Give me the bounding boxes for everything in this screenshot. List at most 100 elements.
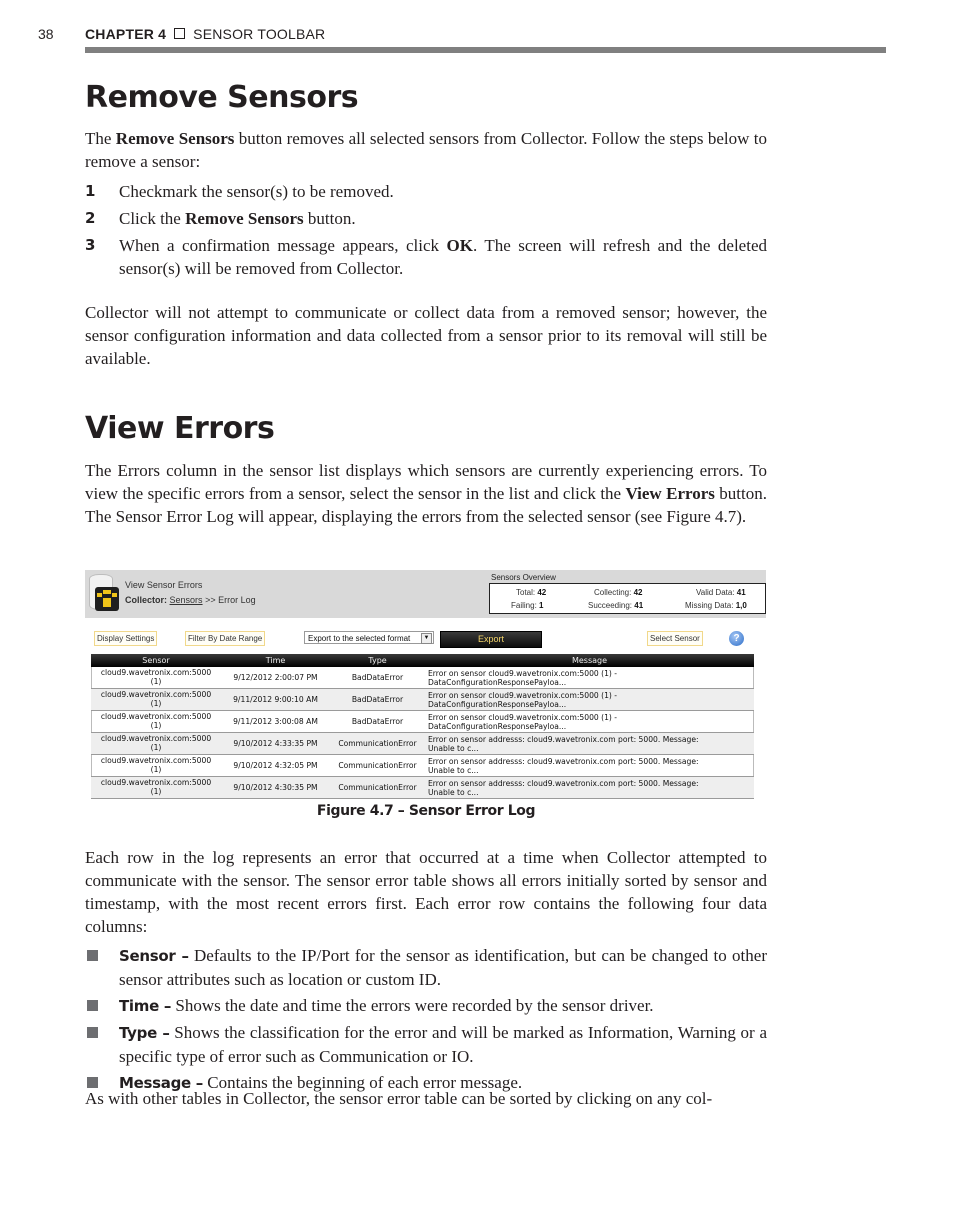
stat-value: 41 [634, 601, 644, 610]
remove-sensors-intro: The Remove Sensors button removes all se… [85, 127, 767, 173]
cell-type: CommunicationError [330, 754, 425, 777]
select-sensor-button[interactable]: Select Sensor [647, 631, 703, 646]
message-line: Error on sensor cloud9.wavetronix.com:50… [428, 690, 618, 700]
cell-type: CommunicationError [330, 732, 425, 755]
column-header-type[interactable]: Type [330, 654, 425, 667]
breadcrumb-root: Collector: [125, 595, 168, 605]
stat-succeeding: Succeeding: 41 [588, 601, 643, 610]
list-item: Time – Shows the date and time the error… [85, 994, 767, 1018]
sensor-address: cloud9.wavetronix.com:5000 [100, 778, 212, 787]
cell-time: 9/12/2012 2:00:07 PM [221, 667, 330, 689]
column-description-list: Sensor – Defaults to the IP/Port for the… [85, 944, 767, 1098]
sensor-address: cloud9.wavetronix.com:5000 [100, 734, 212, 743]
stat-total: Total: 42 [516, 588, 546, 597]
cell-sensor: cloud9.wavetronix.com:5000 (1) [91, 732, 221, 755]
emphasis: Remove Sensors [115, 129, 235, 148]
message-line: Error on sensor addresss: cloud9.wavetro… [428, 734, 699, 744]
stat-collecting: Collecting: 42 [594, 588, 643, 597]
cell-sensor: cloud9.wavetronix.com:5000 (1) [91, 776, 221, 799]
sensor-address: cloud9.wavetronix.com:5000 [100, 668, 212, 677]
cell-sensor: cloud9.wavetronix.com:5000 (1) [91, 754, 221, 777]
sensors-overview-panel: Sensors Overview Total: 42 Collecting: 4… [489, 572, 767, 616]
overview-stats: Total: 42 Collecting: 42 Valid Data: 41 … [489, 583, 766, 614]
cell-message: Error on sensor cloud9.wavetronix.com:50… [425, 688, 754, 711]
display-settings-button[interactable]: Display Settings [94, 631, 158, 646]
cell-type: BadDataError [330, 688, 425, 711]
overview-title: Sensors Overview [491, 573, 556, 582]
collector-app-icon [89, 574, 121, 612]
step-number: 2 [85, 209, 96, 227]
table-row[interactable]: cloud9.wavetronix.com:5000 (1) 9/10/2012 … [91, 732, 754, 755]
text: Click the [119, 209, 186, 228]
message-line: Error on sensor cloud9.wavetronix.com:50… [428, 668, 618, 678]
column-header-sensor[interactable]: Sensor [91, 654, 221, 667]
emphasis: Remove Sensors [185, 209, 304, 228]
cell-type: CommunicationError [330, 776, 425, 799]
help-icon[interactable]: ? [729, 631, 744, 646]
sensor-id: (1) [150, 677, 162, 686]
stat-label: Collecting: [594, 588, 632, 597]
sensor-address: cloud9.wavetronix.com:5000 [100, 712, 212, 721]
stat-value: 1 [539, 601, 544, 610]
breadcrumb: Collector: Sensors >> Error Log [125, 595, 256, 605]
cell-type: BadDataError [330, 710, 425, 733]
step-item: 1 Checkmark the sensor(s) to be removed. [85, 180, 767, 203]
stat-label: Succeeding: [588, 601, 633, 610]
cell-time: 9/11/2012 3:00:08 AM [221, 710, 330, 733]
message-line: Error on sensor addresss: cloud9.wavetro… [428, 778, 699, 788]
table-row[interactable]: cloud9.wavetronix.com:5000 (1) 9/10/2012 … [91, 754, 754, 777]
definition: Shows the classification for the error a… [119, 1023, 767, 1066]
breadcrumb-current: >> Error Log [205, 595, 256, 605]
closing-paragraph: As with other tables in Collector, the s… [85, 1089, 713, 1108]
message-line: Unable to c... [428, 787, 479, 797]
stat-valid-data: Valid Data: 41 [696, 588, 746, 597]
table-row[interactable]: cloud9.wavetronix.com:5000 (1) 9/10/2012 … [91, 776, 754, 799]
running-header: 38 CHAPTER 4 SENSOR TOOLBAR [0, 26, 954, 46]
text: Checkmark the sensor(s) to be removed. [119, 182, 394, 201]
window-header: View Sensor Errors Collector: Sensors >>… [85, 570, 766, 618]
stat-value: 42 [537, 588, 547, 597]
header-rule [85, 47, 886, 53]
table-header-row: Sensor Time Type Message [91, 654, 754, 667]
cell-time: 9/10/2012 4:30:35 PM [221, 776, 330, 799]
cell-message: Error on sensor addresss: cloud9.wavetro… [425, 732, 754, 755]
bullet-square-icon [87, 1027, 98, 1038]
column-header-message[interactable]: Message [425, 654, 754, 667]
term: Time – [119, 997, 172, 1015]
table-row[interactable]: cloud9.wavetronix.com:5000 (1) 9/11/2012 … [91, 688, 754, 711]
emphasis: View Errors [625, 484, 715, 503]
cell-time: 9/11/2012 9:00:10 AM [221, 688, 330, 711]
message-line: DataConfigurationResponsePayloa... [428, 699, 567, 709]
selected-format: Export to the selected format [308, 634, 411, 643]
export-button[interactable]: Export [440, 631, 542, 648]
table-row[interactable]: cloud9.wavetronix.com:5000 (1) 9/11/2012 … [91, 710, 754, 733]
cell-time: 9/10/2012 4:32:05 PM [221, 754, 330, 777]
column-header-time[interactable]: Time [221, 654, 330, 667]
filter-by-date-range-button[interactable]: Filter By Date Range [185, 631, 266, 646]
dropdown-arrow-icon[interactable]: ▼ [421, 633, 432, 644]
cell-message: Error on sensor cloud9.wavetronix.com:50… [425, 710, 754, 733]
remove-steps-list: 1 Checkmark the sensor(s) to be removed. … [85, 180, 767, 284]
bullet-square-icon [87, 950, 98, 961]
step-number: 3 [85, 236, 96, 254]
sensor-id: (1) [150, 743, 162, 752]
chapter-title: SENSOR TOOLBAR [193, 26, 326, 42]
breadcrumb-link-sensors[interactable]: Sensors [170, 595, 203, 605]
sensor-address: cloud9.wavetronix.com:5000 [100, 690, 212, 699]
cell-sensor: cloud9.wavetronix.com:5000 (1) [91, 688, 221, 711]
text: The [85, 129, 116, 148]
cell-sensor: cloud9.wavetronix.com:5000 (1) [91, 667, 221, 689]
table-row[interactable]: cloud9.wavetronix.com:5000 (1) 9/12/2012 … [91, 667, 754, 689]
list-item: Sensor – Defaults to the IP/Port for the… [85, 944, 767, 991]
remove-sensors-note: Collector will not attempt to communicat… [85, 303, 767, 368]
stat-missing-data: Missing Data: 1,0 [685, 601, 747, 610]
error-log-description: Each row in the log represents an error … [85, 848, 767, 936]
definition: Defaults to the IP/Port for the sensor a… [119, 946, 767, 989]
sensor-error-log-screenshot: View Sensor Errors Collector: Sensors >>… [85, 570, 766, 799]
export-format-select[interactable]: Export to the selected format ▼ [304, 631, 434, 644]
sensor-id: (1) [150, 787, 162, 796]
separator-box-icon [174, 28, 186, 39]
term: Type – [119, 1024, 170, 1042]
sensor-id: (1) [150, 699, 162, 708]
cell-sensor: cloud9.wavetronix.com:5000 (1) [91, 710, 221, 733]
